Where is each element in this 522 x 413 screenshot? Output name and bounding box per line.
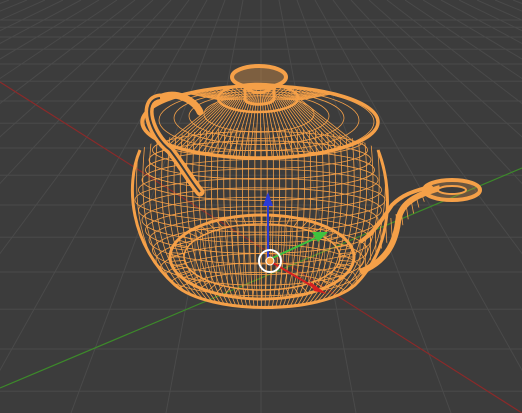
- 3d-viewport[interactable]: [0, 0, 522, 413]
- teapot-wireframe[interactable]: [124, 64, 482, 328]
- teapot-bottom-ring: [168, 213, 356, 301]
- gizmo-z-arrow[interactable]: [263, 192, 273, 206]
- teapot-spout: [358, 178, 482, 275]
